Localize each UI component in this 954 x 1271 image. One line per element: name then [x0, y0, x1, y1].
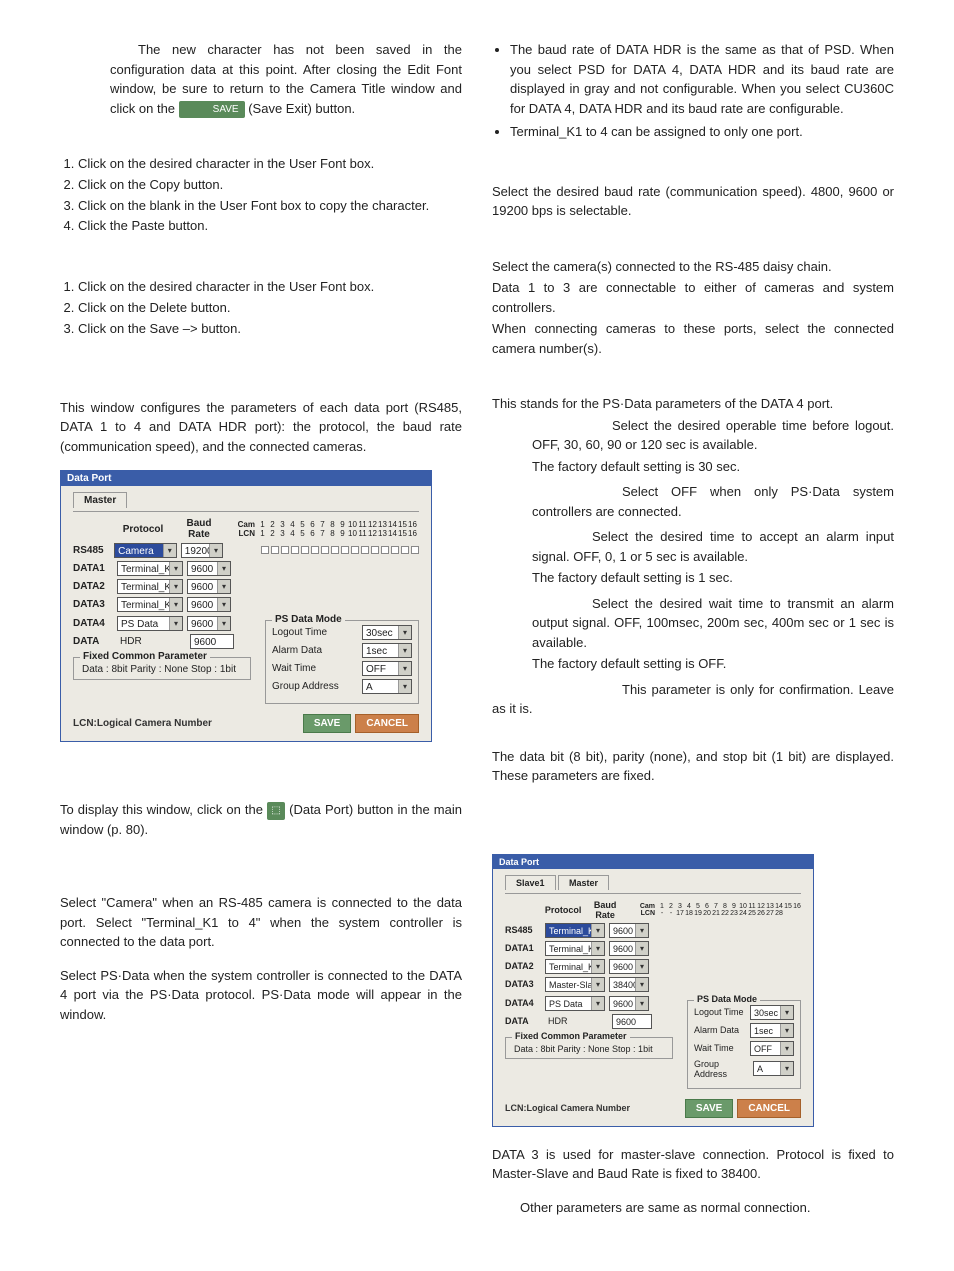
col-protocol: Protocol: [113, 524, 173, 535]
baud-input[interactable]: 9600: [190, 634, 234, 649]
list-item: Click on the desired character in the Us…: [78, 277, 462, 298]
ms-note: DATA 3 is used for master-slave connecti…: [492, 1145, 894, 1184]
protocol-para2: Select PS·Data when the system controlle…: [60, 966, 462, 1025]
cancel-button[interactable]: CANCEL: [355, 714, 419, 733]
delete-steps: Click on the desired character in the Us…: [60, 277, 462, 339]
ps-data-mode-box: PS Data Mode Logout Time30sec Alarm Data…: [265, 620, 419, 704]
list-item: The baud rate of DATA HDR is the same as…: [510, 40, 894, 118]
display-note: To display this window, click on the (Da…: [60, 800, 462, 839]
baud-select[interactable]: 19200: [181, 543, 223, 558]
save-button[interactable]: SAVE: [685, 1099, 734, 1118]
list-item: Click on the Copy button.: [78, 175, 462, 196]
window-title: Data Port: [61, 471, 431, 486]
intro-para: The new character has not been saved in …: [60, 40, 462, 118]
cam-checkbox[interactable]: [261, 546, 269, 554]
tab-master[interactable]: Master: [558, 875, 609, 890]
baud-para: Select the desired baud rate (communicat…: [492, 182, 894, 221]
note-bullets: The baud rate of DATA HDR is the same as…: [492, 40, 894, 142]
list-item: Click on the blank in the User Font box …: [78, 196, 462, 217]
list-item: Click on the desired character in the Us…: [78, 154, 462, 175]
fixed-para: The data bit (8 bit), parity (none), and…: [492, 747, 894, 786]
col-baud: Baud Rate: [177, 518, 221, 540]
data-port-window-master: Data Port Master Protocol Baud Rate Cam …: [60, 470, 432, 742]
ms-note2: Other parameters are same as normal conn…: [492, 1198, 894, 1218]
save-button[interactable]: SAVE: [303, 714, 352, 733]
fixed-param-box: Fixed Common Parameter Data : 8bit Parit…: [73, 657, 251, 680]
list-item: Click on the Delete button.: [78, 298, 462, 319]
data-port-window-slave: Data Port Slave1 Master Protocol Baud Ra…: [492, 854, 814, 1127]
copy-steps: Click on the desired character in the Us…: [60, 154, 462, 237]
tab-master[interactable]: Master: [73, 492, 127, 508]
row-rs485: RS485 Camera 19200: [73, 543, 419, 558]
lcn-note: LCN:Logical Camera Number: [73, 718, 212, 729]
save-exit-inline-icon: SAVE: [179, 101, 245, 118]
window-title: Data Port: [493, 855, 813, 869]
tab-slave1[interactable]: Slave1: [505, 875, 556, 890]
protocol-para1: Select "Camera" when an RS-485 camera is…: [60, 893, 462, 952]
list-item: Click on the Save –> button.: [78, 319, 462, 340]
list-item: Click the Paste button.: [78, 216, 462, 237]
cancel-button[interactable]: CANCEL: [737, 1099, 801, 1118]
dp-desc: This window configures the parameters of…: [60, 398, 462, 457]
proto-select[interactable]: Camera: [114, 543, 177, 558]
data-port-icon: [267, 802, 285, 820]
list-item: Terminal_K1 to 4 can be assigned to only…: [510, 122, 894, 142]
